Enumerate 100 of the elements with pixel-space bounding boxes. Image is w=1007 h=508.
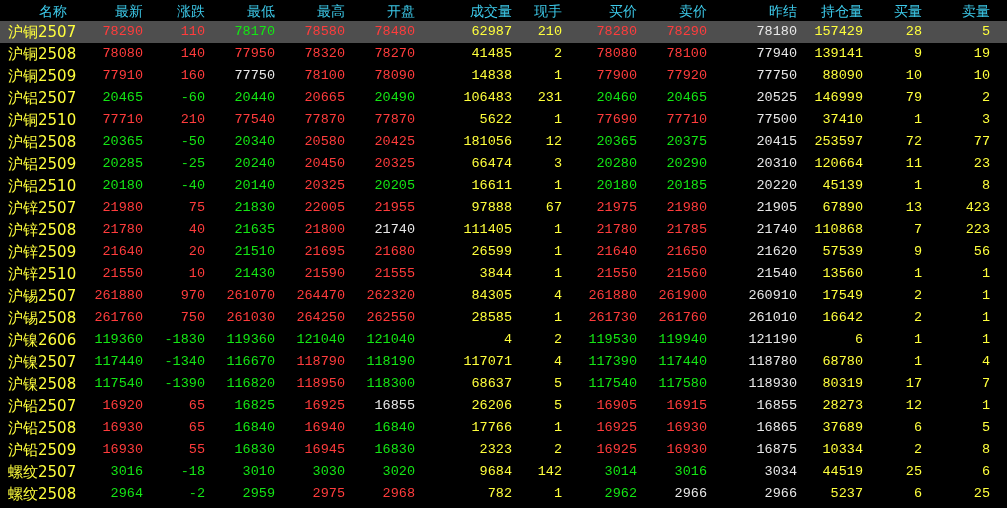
table-row[interactable]: 沪铜2509 77910 160 77750 78100 78090 14838 1 77900 77920 77750 88090 10 10 — [0, 65, 1007, 87]
table-row[interactable]: 沪铅2508 16930 65 16840 16940 16840 17766 1 16925 16930 16865 37689 6 5 — [0, 417, 1007, 439]
table-cell-text: 264250 — [296, 309, 346, 327]
table-row[interactable]: 沪铝2507 20465 -60 20440 20665 20490 106483 231 20460 20465 20525 146999 79 2 — [0, 87, 1007, 109]
table-cell-text: 77920 — [666, 67, 708, 85]
table-cell-text: -18 — [180, 463, 206, 481]
table-cell-text: 5 — [553, 397, 563, 415]
table-row[interactable]: 沪锌2510 21550 10 21430 21590 21555 3844 1 21550 21560 21540 13560 1 1 — [0, 263, 1007, 285]
table-row[interactable]: 沪铝2509 20285 -25 20240 20450 20325 66474 3 20280 20290 20310 120664 11 23 — [0, 153, 1007, 175]
table-cell-text: 6 — [854, 331, 864, 349]
table-cell-text: 23 — [973, 155, 991, 173]
table-row[interactable]: 沪镍2606 119360 -1830 119360 121040 121040 4 2 119530 119940 121190 6 1 1 — [0, 329, 1007, 351]
table-cell-text: 77900 — [596, 67, 638, 85]
table-row[interactable]: 螺纹2507 3016 -18 3010 3030 3020 9684 142 3014 3016 3034 44519 25 6 — [0, 461, 1007, 483]
table-cell-text: 2 — [553, 45, 563, 63]
table-cell-text: 261030 — [226, 309, 276, 327]
table-cell-text: 16940 — [304, 419, 346, 437]
table-row[interactable]: 沪铝2508 20365 -50 20340 20580 20425 181056 12 20365 20375 20415 253597 72 77 — [0, 131, 1007, 153]
table-cell-text: 2966 — [674, 485, 708, 503]
table-cell-text: 21555 — [374, 265, 416, 283]
column-header[interactable]: 最低 — [247, 1, 277, 20]
table-cell-text: 116670 — [226, 353, 276, 371]
table-row[interactable]: 沪镍2507 117440 -1340 116670 118790 118190 117071 4 117390 117440 118780 68780 1 4 — [0, 351, 1007, 373]
column-header[interactable]: 最高 — [317, 1, 347, 20]
column-header[interactable]: 开盘 — [387, 1, 417, 20]
table-cell-text: 7 — [913, 221, 923, 239]
table-row[interactable]: 沪铜2508 78080 140 77950 78320 78270 41485 2 78080 78100 77940 139141 9 19 — [0, 43, 1007, 65]
table-cell-text: 21905 — [756, 199, 798, 217]
table-cell-text: 261730 — [588, 309, 638, 327]
table-cell-text: 260910 — [748, 287, 798, 305]
table-cell-text: 26599 — [471, 243, 513, 261]
table-cell-text: 16611 — [471, 177, 513, 195]
table-row[interactable]: 沪铜2510 77710 210 77540 77870 77870 5622 1 77690 77710 77500 37410 1 3 — [0, 109, 1007, 131]
table-row[interactable]: 螺纹2508 2964 -2 2959 2975 2968 782 1 2962 2966 2966 5237 6 25 — [0, 483, 1007, 505]
contract-name: 螺纹2507 — [7, 463, 78, 481]
table-cell-text: 210 — [537, 23, 563, 41]
table-cell-text: 1 — [553, 485, 563, 503]
table-cell-text: 1 — [981, 287, 991, 305]
table-cell-text: 17 — [905, 375, 923, 393]
table-row[interactable]: 沪锡2507 261880 970 261070 264470 262320 84305 4 261880 261900 260910 17549 2 1 — [0, 285, 1007, 307]
table-cell-text: 117440 — [658, 353, 708, 371]
table-cell-text: 78180 — [756, 23, 798, 41]
column-header[interactable]: 昨结 — [769, 1, 799, 20]
table-cell-text: 1 — [981, 265, 991, 283]
table-cell-text: 16930 — [102, 441, 144, 459]
table-row[interactable]: 沪锌2507 21980 75 21830 22005 21955 97888 67 21975 21980 21905 67890 13 423 — [0, 197, 1007, 219]
table-cell-text: 67890 — [822, 199, 864, 217]
table-cell-text: 77870 — [304, 111, 346, 129]
table-cell-text: 121190 — [748, 331, 798, 349]
table-cell-text: 2964 — [110, 485, 144, 503]
table-cell-text: 20450 — [304, 155, 346, 173]
column-header[interactable]: 买量 — [894, 1, 924, 20]
table-cell-text: 261880 — [94, 287, 144, 305]
table-cell-text: 1 — [913, 177, 923, 195]
column-header[interactable]: 最新 — [115, 1, 145, 20]
table-cell-text: 16830 — [234, 441, 276, 459]
table-row[interactable]: 沪铅2507 16920 65 16825 16925 16855 26206 5 16905 16915 16855 28273 12 1 — [0, 395, 1007, 417]
table-row[interactable]: 沪锡2508 261760 750 261030 264250 262550 28585 1 261730 261760 261010 16642 2 1 — [0, 307, 1007, 329]
table-cell-text: 78320 — [304, 45, 346, 63]
table-cell-text: -25 — [180, 155, 206, 173]
table-cell-text: 21780 — [102, 221, 144, 239]
table-cell-text: 16920 — [102, 397, 144, 415]
table-cell-text: 20220 — [756, 177, 798, 195]
table-row[interactable]: 沪铝2510 20180 -40 20140 20325 20205 16611 1 20180 20185 20220 45139 1 8 — [0, 175, 1007, 197]
table-cell-text: 21680 — [374, 243, 416, 261]
table-cell-text: 1 — [981, 309, 991, 327]
table-row[interactable]: 沪铅2509 16930 55 16830 16945 16830 2323 2 16925 16930 16875 10334 2 8 — [0, 439, 1007, 461]
table-cell-text: 6 — [913, 485, 923, 503]
column-header[interactable]: 成交量 — [470, 1, 514, 20]
table-cell-text: 57539 — [822, 243, 864, 261]
contract-name: 沪锌2508 — [7, 221, 78, 239]
table-row[interactable]: 沪镍2508 117540 -1390 116820 118950 118300 68637 5 117540 117580 118930 80319 17 7 — [0, 373, 1007, 395]
table-cell-text: 78100 — [304, 67, 346, 85]
table-cell-text: 44519 — [822, 463, 864, 481]
table-cell-text: 1 — [913, 331, 923, 349]
table-cell-text: 88090 — [822, 67, 864, 85]
column-header[interactable]: 买价 — [609, 1, 639, 20]
column-header[interactable]: 涨跌 — [177, 1, 207, 20]
table-cell-text: 10 — [905, 67, 923, 85]
column-header[interactable]: 卖价 — [679, 1, 709, 20]
column-header[interactable]: 持仓量 — [821, 1, 865, 20]
table-cell-text: 78080 — [596, 45, 638, 63]
table-cell-text: 1 — [553, 177, 563, 195]
table-cell-text: 77750 — [234, 67, 276, 85]
table-row[interactable]: 沪锌2509 21640 20 21510 21695 21680 26599 1 21640 21650 21620 57539 9 56 — [0, 241, 1007, 263]
table-cell-text: 77750 — [756, 67, 798, 85]
table-cell-text: 21740 — [756, 221, 798, 239]
table-cell-text: 68637 — [471, 375, 513, 393]
table-cell-text: 4 — [981, 353, 991, 371]
table-cell-text: 21740 — [374, 221, 416, 239]
table-cell-text: 14838 — [471, 67, 513, 85]
table-cell-text: 2 — [553, 331, 563, 349]
column-header[interactable]: 现手 — [534, 1, 564, 20]
column-header[interactable]: 卖量 — [962, 1, 992, 20]
table-cell-text: 37689 — [822, 419, 864, 437]
table-row[interactable]: 沪锌2508 21780 40 21635 21800 21740 111405 1 21780 21785 21740 110868 7 223 — [0, 219, 1007, 241]
table-row[interactable]: 沪铜2507 78290 110 78170 78580 78480 62987 210 78280 78290 78180 157429 28 5 — [0, 21, 1007, 43]
table-cell-text: 20 — [188, 243, 206, 261]
column-header[interactable]: 名称 — [8, 1, 67, 20]
table-cell-text: 157429 — [814, 23, 864, 41]
